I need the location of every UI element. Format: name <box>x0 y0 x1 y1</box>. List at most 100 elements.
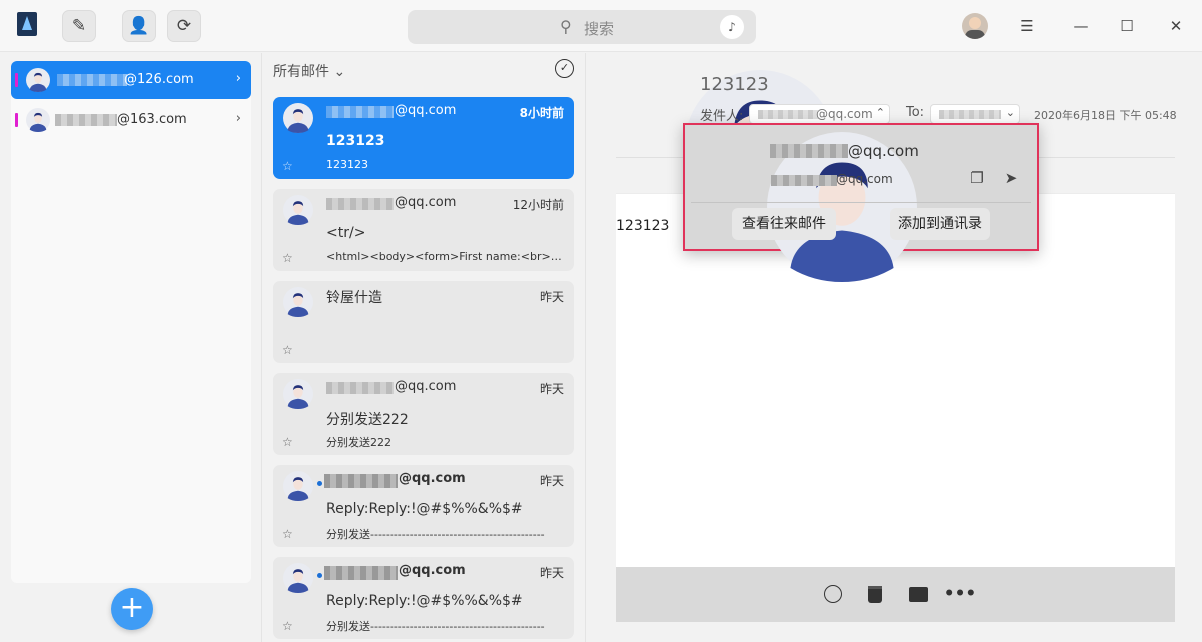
mail-time: 12小时前 <box>512 198 564 212</box>
account-sidebar: @126.com › @163.com › + <box>0 53 262 642</box>
contact-email-primary: @qq.com <box>848 142 919 160</box>
to-label: To: <box>906 105 925 120</box>
redacted-text <box>326 198 394 210</box>
search-icon: ⚲ <box>560 17 572 36</box>
menu-icon: ☰ <box>1020 17 1034 35</box>
mail-preview: 分别发送222 <box>326 436 391 449</box>
recipient-chip[interactable]: ⌄ <box>930 104 1020 124</box>
redacted-text <box>770 144 848 158</box>
star-icon[interactable]: ☆ <box>282 619 293 633</box>
redacted-text <box>326 106 394 118</box>
mail-item[interactable]: @qq.com 12小时前 <tr/> ☆ <html><body><form>… <box>273 189 574 271</box>
contact-popover: @qq.com @qq.com ❐ ➤ 查看往来邮件 添加到通讯录 <box>683 123 1039 251</box>
star-icon[interactable]: ☆ <box>282 343 293 357</box>
sender-chip[interactable]: @qq.com ⌃ <box>749 104 890 124</box>
folder-icon <box>908 586 928 602</box>
search-box[interactable]: ⚲ 搜索 ♪ <box>408 10 756 44</box>
star-icon[interactable]: ☆ <box>282 159 293 173</box>
avatar <box>283 379 313 409</box>
mail-time: 昨天 <box>539 474 564 488</box>
compose-button[interactable]: ✎ <box>62 10 96 42</box>
avatar <box>283 471 313 501</box>
mail-item[interactable]: @qq.com 昨天 Reply:Reply:!@#$%%&%$# ☆ 分别发送… <box>273 557 574 639</box>
redacted-text <box>326 382 394 394</box>
trash-icon <box>868 585 882 603</box>
mail-item[interactable]: 铃屋什造 昨天 ☆ <box>273 281 574 363</box>
account-marker <box>15 73 18 87</box>
star-icon[interactable]: ☆ <box>282 435 293 449</box>
redacted-text <box>771 175 837 186</box>
mail-subject: 分别发送222 <box>326 412 409 428</box>
voice-input-icon[interactable]: ♪ <box>720 15 744 39</box>
redacted-text <box>324 566 398 580</box>
account-list: @126.com › @163.com › <box>11 61 251 583</box>
mail-date: 2020年6月18日 下午 05:48 <box>1034 109 1177 122</box>
top-bar: ✎ 👤 ⟳ ⚲ 搜索 ♪ ☰ — ☐ ✕ <box>0 0 1202 52</box>
menu-button[interactable]: ☰ <box>1014 13 1040 39</box>
star-icon[interactable]: ☆ <box>282 251 293 265</box>
mail-preview: <html><body><form>First name:<br><input … <box>326 250 566 263</box>
contact-avatar <box>692 132 756 196</box>
avatar <box>283 195 313 225</box>
add-account-button[interactable]: + <box>111 588 153 630</box>
copy-icon[interactable]: ❐ <box>967 169 987 189</box>
more-button[interactable]: ••• <box>944 583 977 605</box>
delete-button[interactable] <box>864 583 886 605</box>
mail-item[interactable]: @qq.com 昨天 Reply:Reply:!@#$%%&%$# ☆ 分别发送… <box>273 465 574 547</box>
contacts-button[interactable]: 👤 <box>122 10 156 42</box>
mark-read-button[interactable] <box>822 583 844 605</box>
mail-preview: 分别发送------------------------------------… <box>326 528 545 541</box>
send-icon[interactable]: ➤ <box>1001 169 1021 189</box>
redacted-text <box>324 474 398 488</box>
mail-title: 123123 <box>700 74 769 95</box>
select-all-check-icon[interactable]: ✓ <box>555 59 574 78</box>
user-avatar[interactable] <box>962 13 988 39</box>
mail-item[interactable]: @qq.com 昨天 分别发送222 ☆ 分别发送222 <box>273 373 574 455</box>
mail-time: 昨天 <box>539 566 564 580</box>
sender-email: @qq.com <box>816 107 873 121</box>
popover-divider <box>691 202 1031 203</box>
mail-preview: 123123 <box>326 158 368 171</box>
mail-sender: @qq.com <box>395 379 457 394</box>
avatar <box>26 68 50 92</box>
move-button[interactable] <box>907 583 929 605</box>
close-icon: ✕ <box>1169 17 1183 35</box>
contacts-icon: 👤 <box>128 16 150 36</box>
mail-time: 昨天 <box>539 290 564 304</box>
sender-label: 发件人: <box>700 109 744 124</box>
close-button[interactable]: ✕ <box>1163 13 1189 39</box>
mail-sender: @qq.com <box>399 471 466 486</box>
chevron-up-icon: ⌃ <box>875 106 885 119</box>
mail-body-text: 123123 <box>616 218 670 234</box>
mail-time: 昨天 <box>539 382 564 396</box>
mail-subject: 123123 <box>326 133 385 149</box>
mail-sender: @qq.com <box>395 195 457 210</box>
mail-time: 8小时前 <box>519 106 564 120</box>
view-mails-button[interactable]: 查看往来邮件 <box>732 208 836 240</box>
maximize-button[interactable]: ☐ <box>1114 13 1140 39</box>
chevron-right-icon: › <box>235 71 241 86</box>
mail-sender: 铃屋什造 <box>326 290 382 306</box>
unread-dot <box>317 481 322 486</box>
mail-preview: 分别发送------------------------------------… <box>326 620 545 633</box>
star-icon[interactable]: ☆ <box>282 527 293 541</box>
avatar <box>283 287 313 317</box>
redacted-text <box>55 114 117 126</box>
avatar <box>283 103 313 133</box>
sender-avatar[interactable] <box>610 70 690 150</box>
compose-icon: ✎ <box>71 16 87 36</box>
account-name: @163.com <box>117 112 187 127</box>
minimize-icon: — <box>1073 17 1089 35</box>
refresh-button[interactable]: ⟳ <box>167 10 201 42</box>
redacted-text <box>57 74 127 86</box>
avatar <box>283 563 313 593</box>
folder-selector[interactable]: 所有邮件 ⌄ <box>273 61 345 81</box>
unread-dot <box>317 573 322 578</box>
account-item[interactable]: @163.com › <box>11 101 251 139</box>
minimize-button[interactable]: — <box>1068 13 1094 39</box>
mail-sender: @qq.com <box>395 103 457 118</box>
mail-item[interactable]: @qq.com 8小时前 123123 ☆ 123123 <box>273 97 574 179</box>
add-contact-button[interactable]: 添加到通讯录 <box>890 208 990 240</box>
account-item[interactable]: @126.com › <box>11 61 251 99</box>
app-logo <box>17 12 37 36</box>
